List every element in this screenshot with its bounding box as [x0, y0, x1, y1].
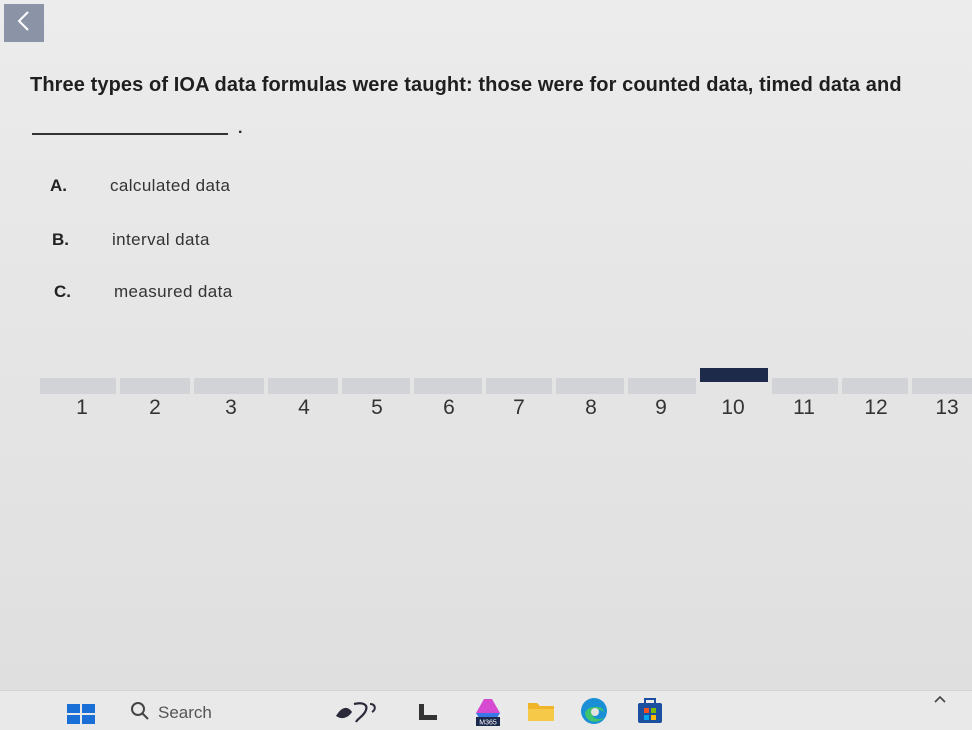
- option-c[interactable]: C. measured data: [54, 282, 233, 302]
- page-indicator-10-current[interactable]: [700, 368, 768, 382]
- question-navigation: 1 2 3 4 5 6 7 8 9 10 11 12 13: [40, 366, 972, 426]
- page-indicator-4[interactable]: [268, 378, 338, 394]
- page-number[interactable]: 5: [357, 396, 397, 420]
- page-indicator-6[interactable]: [414, 378, 482, 394]
- page-indicator-11[interactable]: [772, 378, 838, 394]
- page-indicator-7[interactable]: [486, 378, 552, 394]
- page-indicator-8[interactable]: [556, 378, 624, 394]
- option-b[interactable]: B. interval data: [52, 230, 210, 250]
- page-number[interactable]: 12: [856, 396, 896, 420]
- option-letter: B.: [52, 230, 69, 249]
- chevron-left-icon: [15, 9, 33, 38]
- chevron-up-icon[interactable]: [930, 691, 950, 707]
- page-number[interactable]: 1: [62, 396, 102, 420]
- option-text: calculated data: [110, 176, 231, 195]
- answer-blank: [32, 133, 228, 135]
- app-icon[interactable]: [332, 697, 380, 725]
- page-indicator-2[interactable]: [120, 378, 190, 394]
- page-number[interactable]: 2: [135, 396, 175, 420]
- page-number[interactable]: 11: [784, 396, 824, 420]
- page-number[interactable]: 4: [284, 396, 324, 420]
- store-icon[interactable]: [634, 695, 666, 727]
- page-indicator-1[interactable]: [40, 378, 116, 394]
- option-letter: C.: [54, 282, 71, 301]
- page-number[interactable]: 13: [927, 396, 967, 420]
- page-indicator-5[interactable]: [342, 378, 410, 394]
- back-button[interactable]: [4, 4, 44, 42]
- option-text: interval data: [112, 230, 210, 249]
- search-label: Search: [158, 703, 212, 722]
- edge-icon[interactable]: [578, 695, 610, 727]
- page-number[interactable]: 8: [571, 396, 611, 420]
- page-indicator-9[interactable]: [628, 378, 696, 394]
- page-number[interactable]: 6: [429, 396, 469, 420]
- option-letter: A.: [50, 176, 67, 195]
- page-number[interactable]: 7: [499, 396, 539, 420]
- page-number-current[interactable]: 10: [713, 396, 753, 420]
- option-text: measured data: [114, 282, 233, 301]
- page-indicator-13[interactable]: [912, 378, 972, 394]
- page-number[interactable]: 9: [641, 396, 681, 420]
- question-text: Three types of IOA data formulas were ta…: [30, 74, 902, 96]
- page-number[interactable]: 3: [211, 396, 251, 420]
- folder-icon[interactable]: [526, 697, 556, 725]
- page-indicator-12[interactable]: [842, 378, 908, 394]
- file-explorer-icon[interactable]: [416, 701, 440, 723]
- search-icon: [130, 701, 150, 726]
- page-indicator-3[interactable]: [194, 378, 264, 394]
- windows-start-icon[interactable]: [64, 701, 98, 727]
- question-end-period: .: [238, 120, 243, 137]
- m365-badge-text: M365: [479, 720, 497, 727]
- m365-copilot-icon[interactable]: M365: [472, 695, 504, 727]
- option-a[interactable]: A. calculated data: [50, 176, 230, 196]
- taskbar: Search M365: [0, 690, 972, 730]
- taskbar-search[interactable]: Search: [130, 699, 212, 727]
